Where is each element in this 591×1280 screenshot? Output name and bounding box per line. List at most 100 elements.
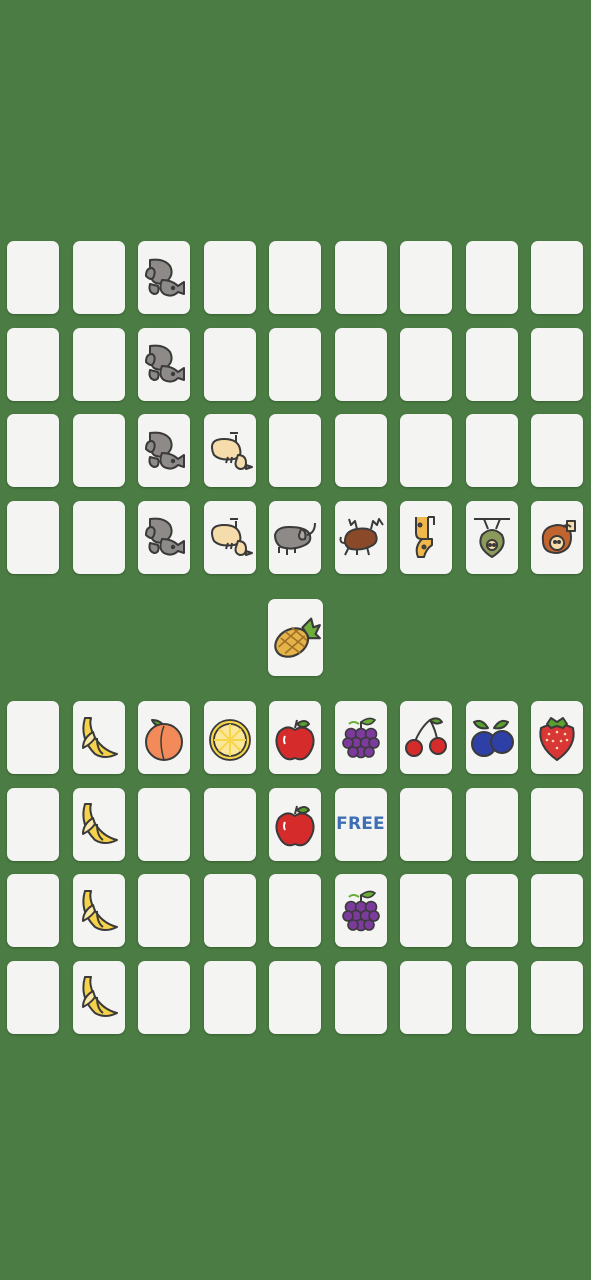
fruit-card-r4-c4[interactable] <box>203 960 256 1034</box>
fruit-card-r2-c6[interactable]: FREE <box>334 787 387 861</box>
animal-card-r3-c5[interactable] <box>269 414 321 487</box>
fruit-card-r4-c9[interactable] <box>531 960 583 1034</box>
animal-card-r1-c4[interactable] <box>203 241 256 314</box>
fruit-card-r1-c4[interactable] <box>203 701 256 774</box>
animal-card-r2-c5[interactable] <box>269 327 321 401</box>
animal-card-r4-c2[interactable] <box>72 500 125 574</box>
animal-card-r3-c8[interactable] <box>465 414 518 487</box>
fruit-card-r2-c8[interactable] <box>465 787 518 861</box>
animal-card-r4-c1[interactable] <box>7 500 59 574</box>
duck-icon <box>206 427 254 475</box>
animal-card-r1-c5[interactable] <box>269 241 321 314</box>
cat-icon <box>140 340 188 388</box>
grapes-icon <box>337 714 385 762</box>
fruit-card-r4-c3[interactable] <box>138 960 190 1034</box>
fruit-card-r4-c1[interactable] <box>7 960 59 1034</box>
fruit-card-r1-c1[interactable] <box>7 701 59 774</box>
fruit-card-r4-c7[interactable] <box>400 960 452 1034</box>
elephant-icon <box>271 513 319 561</box>
animal-card-r3-c4[interactable] <box>203 414 256 487</box>
animal-card-r2-c8[interactable] <box>465 327 518 401</box>
duck-icon <box>206 513 254 561</box>
draw-pile-card[interactable] <box>268 599 323 676</box>
fruit-card-r3-c6[interactable] <box>334 874 387 947</box>
animal-card-r2-c4[interactable] <box>203 327 256 401</box>
fruit-card-r3-c4[interactable] <box>203 874 256 947</box>
fruit-card-r1-c3[interactable] <box>138 701 190 774</box>
animal-card-r3-c6[interactable] <box>334 414 387 487</box>
fruit-card-r1-c8[interactable] <box>465 701 518 774</box>
fruit-card-r1-c2[interactable] <box>72 701 125 774</box>
animal-card-r3-c3[interactable] <box>138 414 190 487</box>
animal-card-r2-c3[interactable] <box>138 327 190 401</box>
fruit-board: FREE <box>7 701 583 1034</box>
fruit-card-r1-c9[interactable] <box>531 701 583 774</box>
animal-card-r2-c7[interactable] <box>400 327 452 401</box>
lemon-icon <box>206 714 254 762</box>
sloth-icon <box>468 513 516 561</box>
fruit-card-r1-c5[interactable] <box>269 701 321 774</box>
free-space-label: FREE <box>336 814 385 834</box>
fruit-card-r2-c9[interactable] <box>531 787 583 861</box>
strawberry-icon <box>533 714 581 762</box>
cherries-icon <box>402 714 450 762</box>
animal-card-r1-c3[interactable] <box>138 241 190 314</box>
fruit-card-r4-c6[interactable] <box>334 960 387 1034</box>
banana-icon <box>75 973 123 1021</box>
cat-icon <box>140 254 188 302</box>
animal-card-r3-c1[interactable] <box>7 414 59 487</box>
animal-card-r4-c4[interactable] <box>203 500 256 574</box>
animal-card-r2-c9[interactable] <box>531 327 583 401</box>
fruit-card-r2-c4[interactable] <box>203 787 256 861</box>
fruit-card-r2-c1[interactable] <box>7 787 59 861</box>
giraffe-icon <box>402 513 450 561</box>
fruit-card-r1-c7[interactable] <box>400 701 452 774</box>
animal-card-r3-c9[interactable] <box>531 414 583 487</box>
fruit-card-r3-c1[interactable] <box>7 874 59 947</box>
fruit-card-r4-c8[interactable] <box>465 960 518 1034</box>
fruit-card-r1-c6[interactable] <box>334 701 387 774</box>
fruit-card-r2-c3[interactable] <box>138 787 190 861</box>
animal-card-r2-c2[interactable] <box>72 327 125 401</box>
pineapple-icon <box>270 610 322 666</box>
fruit-card-r2-c2[interactable] <box>72 787 125 861</box>
animal-card-r4-c3[interactable] <box>138 500 190 574</box>
animal-card-r4-c7[interactable] <box>400 500 452 574</box>
apple-icon <box>271 714 319 762</box>
animal-card-r1-c2[interactable] <box>72 241 125 314</box>
animal-card-r1-c8[interactable] <box>465 241 518 314</box>
blueberries-icon <box>468 714 516 762</box>
grapes-icon <box>337 887 385 935</box>
fruit-card-r3-c3[interactable] <box>138 874 190 947</box>
animal-card-r1-c6[interactable] <box>334 241 387 314</box>
animal-card-r4-c8[interactable] <box>465 500 518 574</box>
animal-card-r3-c7[interactable] <box>400 414 452 487</box>
fruit-card-r3-c8[interactable] <box>465 874 518 947</box>
animal-board <box>7 241 583 574</box>
animal-card-r4-c5[interactable] <box>269 500 321 574</box>
animal-card-r2-c6[interactable] <box>334 327 387 401</box>
fruit-card-r2-c5[interactable] <box>269 787 321 861</box>
animal-card-r1-c9[interactable] <box>531 241 583 314</box>
animal-card-r3-c2[interactable] <box>72 414 125 487</box>
banana-icon <box>75 887 123 935</box>
animal-card-r2-c1[interactable] <box>7 327 59 401</box>
moose-icon <box>337 513 385 561</box>
cat-icon <box>140 513 188 561</box>
animal-card-r1-c7[interactable] <box>400 241 452 314</box>
fruit-card-r3-c7[interactable] <box>400 874 452 947</box>
apple-icon <box>271 800 319 848</box>
animal-card-r1-c1[interactable] <box>7 241 59 314</box>
fruit-card-r4-c5[interactable] <box>269 960 321 1034</box>
fruit-card-r2-c7[interactable] <box>400 787 452 861</box>
fruit-card-r4-c2[interactable] <box>72 960 125 1034</box>
animal-card-r4-c9[interactable] <box>531 500 583 574</box>
animal-card-r4-c6[interactable] <box>334 500 387 574</box>
fruit-card-r3-c5[interactable] <box>269 874 321 947</box>
banana-icon <box>75 800 123 848</box>
fruit-card-r3-c2[interactable] <box>72 874 125 947</box>
peach-icon <box>140 714 188 762</box>
monkey-icon <box>533 513 581 561</box>
cat-icon <box>140 427 188 475</box>
fruit-card-r3-c9[interactable] <box>531 874 583 947</box>
